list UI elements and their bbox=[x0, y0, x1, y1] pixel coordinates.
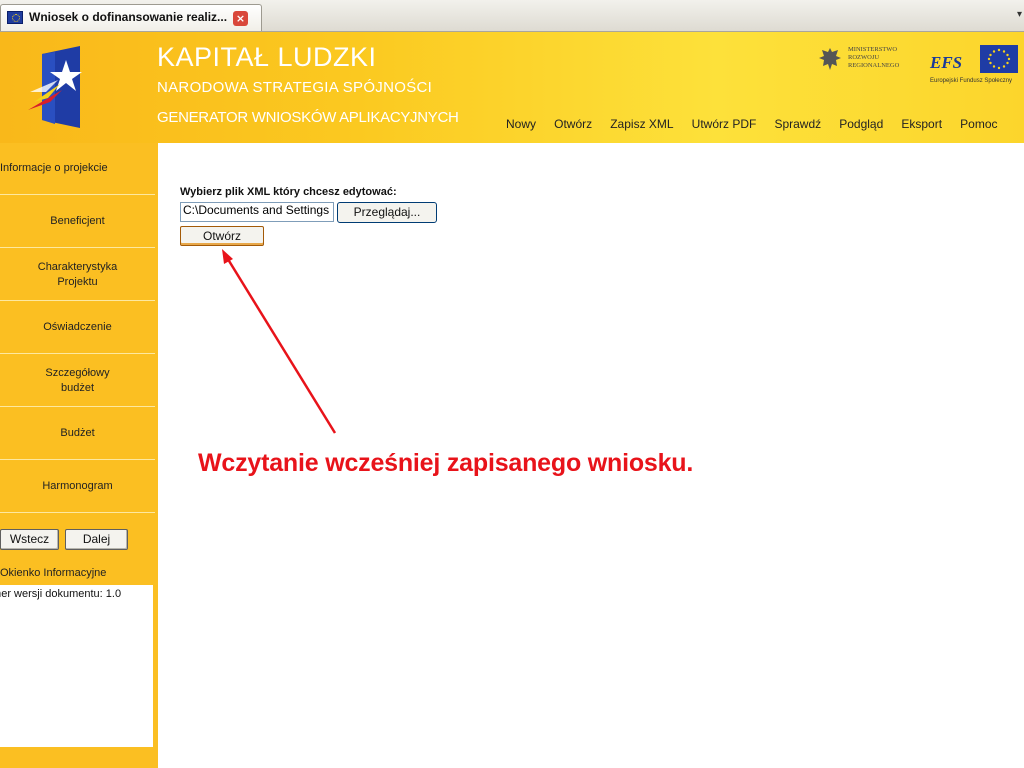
efs-logo: EFS bbox=[930, 53, 963, 72]
tab-close-icon[interactable]: × bbox=[233, 11, 248, 26]
nav-open[interactable]: Otwórz bbox=[554, 117, 592, 131]
sidebar-item-label: Charakterystyka Projektu bbox=[37, 260, 118, 288]
sidebar-item-label: Informacje o projekcie bbox=[0, 162, 108, 174]
efs-logo-block: EFS Europejski Fundusz Społeczny bbox=[930, 45, 1022, 90]
back-button[interactable]: Wstecz bbox=[0, 529, 59, 550]
open-file-button[interactable]: Otwórz bbox=[180, 226, 264, 246]
nav-check[interactable]: Sprawdź bbox=[774, 117, 821, 131]
top-navigation: Nowy Otwórz Zapisz XML Utwórz PDF Sprawd… bbox=[506, 113, 1011, 131]
eu-flag-favicon-icon bbox=[7, 11, 23, 24]
sidebar-item-declaration[interactable]: Oświadczenie bbox=[0, 302, 155, 354]
sidebar-item-label: Budżet bbox=[60, 427, 95, 439]
sidebar-item-budget[interactable]: Budżet bbox=[0, 408, 155, 460]
nav-save-xml[interactable]: Zapisz XML bbox=[610, 117, 673, 131]
annotation-caption: Wczytanie wcześniej zapisanego wniosku. bbox=[198, 449, 694, 477]
tab-list-dropdown-icon[interactable]: ▾ bbox=[1017, 9, 1022, 20]
ministry-line-3: REGIONALNEGO bbox=[848, 62, 900, 69]
nav-export[interactable]: Eksport bbox=[901, 117, 942, 131]
sidebar-item-schedule[interactable]: Harmonogram bbox=[0, 461, 155, 513]
browser-tab-strip: Wniosek o dofinansowanie realiz... × ▾ bbox=[0, 0, 1024, 32]
file-select-label: Wybierz plik XML który chcesz edytować: bbox=[180, 186, 397, 198]
sidebar-item-label: Beneficjent bbox=[50, 215, 105, 227]
sidebar-item-beneficiary[interactable]: Beneficjent bbox=[0, 196, 155, 248]
nav-preview[interactable]: Podgląd bbox=[839, 117, 883, 131]
star-flag-logo-icon bbox=[28, 46, 82, 128]
brand-title: KAPITAŁ LUDZKI bbox=[157, 42, 377, 72]
sidebar: Informacje o projekcie Beneficjent Chara… bbox=[0, 143, 158, 768]
kapital-ludzki-logo bbox=[0, 32, 155, 143]
sidebar-item-detailed-budget[interactable]: Szczegółowy budżet bbox=[0, 355, 155, 407]
main-content: Wybierz plik XML który chcesz edytować: … bbox=[158, 143, 1024, 768]
info-window-label: Okienko Informacyjne bbox=[0, 567, 107, 579]
brand-subtitle: NARODOWA STRATEGIA SPÓJNOŚCI bbox=[157, 79, 433, 96]
sidebar-item-label: Szczegółowy budżet bbox=[45, 366, 110, 394]
browser-tab-title: Wniosek o dofinansowanie realiz... bbox=[29, 10, 228, 24]
browse-button[interactable]: Przeglądaj... bbox=[337, 202, 437, 223]
sidebar-item-project-info[interactable]: Informacje o projekcie bbox=[0, 143, 155, 195]
generator-title: GENERATOR WNIOSKÓW APLIKACYJNYCH bbox=[157, 109, 459, 126]
ministry-line-1: MINISTERSTWO bbox=[848, 46, 898, 53]
nav-help[interactable]: Pomoc bbox=[960, 117, 997, 131]
browser-tab[interactable]: Wniosek o dofinansowanie realiz... × bbox=[0, 4, 262, 31]
info-window-text: Numer wersji dokumentu: 1.0 bbox=[0, 588, 122, 600]
next-button[interactable]: Dalej bbox=[65, 529, 128, 550]
efs-caption: Europejski Fundusz Społeczny bbox=[930, 78, 1013, 84]
eagle-emblem-icon bbox=[819, 48, 841, 70]
sidebar-item-project-characteristics[interactable]: Charakterystyka Projektu bbox=[0, 249, 155, 301]
file-path-input[interactable]: C:\Documents and Settings bbox=[180, 202, 334, 222]
ministry-line-2: ROZWOJU bbox=[848, 54, 880, 61]
app-header: KAPITAŁ LUDZKI NARODOWA STRATEGIA SPÓJNO… bbox=[0, 32, 1024, 143]
nav-create-pdf[interactable]: Utwórz PDF bbox=[692, 117, 757, 131]
eu-flag-icon bbox=[980, 45, 1018, 73]
sidebar-item-label: Oświadczenie bbox=[43, 321, 112, 333]
nav-new[interactable]: Nowy bbox=[506, 117, 536, 131]
ministry-logo: MINISTERSTWO ROZWOJU REGIONALNEGO bbox=[818, 46, 918, 76]
sidebar-item-label: Harmonogram bbox=[42, 480, 113, 492]
info-window: Numer wersji dokumentu: 1.0 bbox=[0, 585, 153, 747]
